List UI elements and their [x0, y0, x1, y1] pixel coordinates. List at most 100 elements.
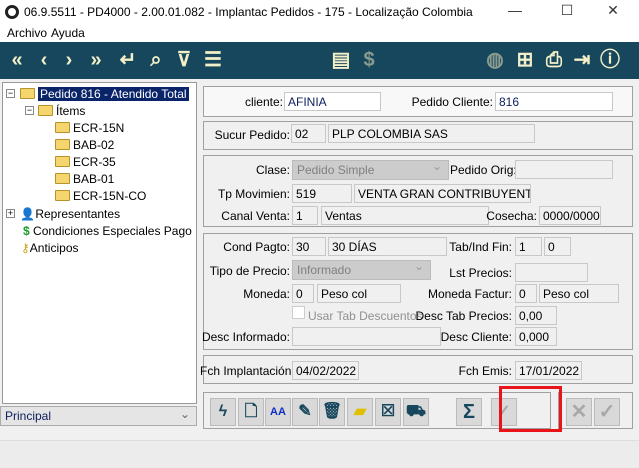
moneda-factur-code-field[interactable]: 0	[515, 284, 537, 303]
sucur-code-field[interactable]: 02	[291, 124, 326, 143]
order-tree: − Pedido 816 - Atendido Total − Ítems EC…	[2, 82, 197, 404]
desc-cliente-label: Desc Cliente:	[440, 330, 512, 344]
prev-icon[interactable]: ‹	[33, 48, 55, 72]
tree-node-item[interactable]: ECR-15N	[55, 120, 124, 136]
tab-field[interactable]: 1	[515, 237, 542, 256]
cliente-label: cliente:	[244, 95, 283, 109]
ind-fin-field[interactable]: 0	[544, 237, 571, 256]
new-document-button[interactable]: 🗋	[238, 398, 264, 426]
folder-icon	[55, 173, 70, 184]
cliente-field[interactable]: AFINIA	[284, 92, 381, 111]
shipping-button[interactable]: ⛟	[403, 398, 429, 426]
desc-informado-field[interactable]	[292, 327, 441, 346]
tp-name-field: VENTA GRAN CONTRIBUYENTE	[354, 184, 531, 203]
expand-icon[interactable]: +	[6, 209, 15, 218]
tree-node-item[interactable]: ECR-15N-CO	[55, 188, 146, 204]
document-check-icon[interactable]: ▤	[330, 48, 352, 72]
edit-button[interactable]: ✎	[292, 398, 318, 426]
folder-icon	[55, 122, 70, 133]
first-icon[interactable]: «	[6, 48, 28, 72]
menu-archivo[interactable]: Archivo	[7, 26, 47, 40]
lst-precios-field[interactable]	[515, 263, 588, 282]
person-icon: 👤	[20, 207, 35, 221]
tree-node-item[interactable]: BAB-02	[55, 137, 114, 153]
fch-emis-field[interactable]: 17/01/2022	[515, 361, 582, 380]
print-icon[interactable]: ⎙	[543, 48, 565, 72]
fch-implantacion-label: Fch Implantación:	[200, 364, 295, 378]
tree-node-items[interactable]: Ítems	[38, 103, 85, 119]
menu-ayuda[interactable]: Ayuda	[51, 26, 85, 40]
app-logo-icon	[5, 5, 19, 19]
translate-button[interactable]: AA	[265, 398, 291, 426]
collapse-icon[interactable]: −	[25, 106, 34, 115]
chevron-down-icon: ⌄	[179, 407, 190, 421]
window-title: 06.9.5511 - PD4000 - 2.00.01.082 - Impla…	[24, 5, 473, 19]
cond-pagto-label: Cond Pagto:	[223, 240, 290, 254]
fch-implantacion-field[interactable]: 04/02/2022	[292, 361, 359, 380]
delete-button[interactable]: 🗑	[319, 398, 345, 426]
search-icon[interactable]: ⌕	[145, 48, 167, 72]
collapse-icon[interactable]: −	[6, 89, 15, 98]
toolbar: « ‹ › » ↵ ⌕ ⊽ ☰ ▤ $ ◍ ⊞ ⎙ ⇥ ⓘ	[0, 42, 639, 79]
cond-name-field: 30 DÍAS	[328, 237, 447, 256]
cosecha-label: Cosecha:	[486, 209, 537, 223]
globe-search-icon[interactable]: ◍	[484, 48, 506, 72]
maximize-button[interactable]: ☐	[552, 2, 582, 22]
dollar-icon: $	[23, 224, 30, 238]
folder-icon	[20, 88, 35, 99]
open-folder-button[interactable]: ▰	[347, 398, 373, 426]
enter-icon[interactable]: ↵	[117, 48, 139, 72]
canal-code-field[interactable]: 1	[292, 206, 318, 225]
settings-icon[interactable]: ☰	[202, 48, 224, 72]
folder-icon	[55, 156, 70, 167]
desc-informado-label: Desc Informado:	[201, 330, 290, 344]
moneda-code-field[interactable]: 0	[292, 284, 314, 303]
next-icon[interactable]: ›	[58, 48, 80, 72]
filter-icon[interactable]: ⊽	[173, 48, 195, 72]
status-bar	[0, 440, 639, 468]
key-icon: ⚷	[21, 241, 30, 255]
pedido-orig-label: Pedido Orig:	[450, 163, 517, 177]
tp-code-field[interactable]: 519	[292, 184, 352, 203]
tree-node-anticipos[interactable]: ⚷Anticipos	[21, 240, 79, 256]
moneda-factur-name-field: Peso col	[539, 284, 619, 303]
desc-tab-label: Desc Tab Precios:	[415, 309, 513, 323]
help-icon[interactable]: ⓘ	[599, 48, 621, 72]
desc-cliente-field[interactable]: 0,000	[515, 327, 557, 346]
moneda-factur-label: Moneda Factur:	[427, 287, 512, 301]
desc-tab-field[interactable]: 0,00	[515, 306, 557, 325]
view-select[interactable]: Principal ⌄	[0, 406, 197, 426]
pedido-orig-field[interactable]	[515, 160, 613, 179]
tree-node-representantes[interactable]: 👤 Representantes	[20, 206, 120, 222]
usar-tab-checkbox[interactable]	[292, 306, 305, 319]
clase-select[interactable]: Pedido Simple	[292, 159, 449, 180]
close-button[interactable]: ✕	[598, 2, 628, 22]
tipo-precio-select[interactable]: Informado	[292, 259, 431, 280]
menu-bar: Archivo Ayuda	[0, 24, 639, 42]
sucur-name-field: PLP COLOMBIA SAS	[328, 124, 535, 143]
lst-precios-label: Lst Precios:	[449, 266, 512, 280]
dollar-check-icon[interactable]: $	[358, 48, 380, 72]
tree-node-item[interactable]: BAB-01	[55, 171, 114, 187]
cosecha-field[interactable]: 0000/0000	[539, 206, 601, 225]
exit-icon[interactable]: ⇥	[571, 48, 593, 72]
tree-node-item[interactable]: ECR-35	[55, 154, 116, 170]
moneda-label: Moneda:	[243, 287, 290, 301]
hierarchy-icon[interactable]: ⊞	[514, 48, 536, 72]
tipo-precio-label: Tipo de Precio:	[209, 264, 290, 278]
folder-icon	[38, 105, 53, 116]
tree-node-pedido[interactable]: Pedido 816 - Atendido Total	[20, 86, 189, 102]
cond-code-field[interactable]: 30	[292, 237, 326, 256]
last-icon[interactable]: »	[85, 48, 107, 72]
cancel-button[interactable]: ✕	[566, 398, 592, 426]
cancel-order-button[interactable]: ☒	[375, 398, 401, 426]
lightning-button[interactable]: ϟ	[210, 398, 236, 426]
tree-node-condiciones[interactable]: $ Condiciones Especiales Pago	[23, 223, 192, 239]
sum-button[interactable]: Σ	[456, 398, 482, 426]
tp-movimien-label: Tp Movimien:	[217, 187, 290, 201]
folder-icon	[55, 139, 70, 150]
minimize-button[interactable]: —	[500, 2, 530, 22]
pedido-cliente-field[interactable]: 816	[495, 92, 613, 111]
canal-name-field: Ventas	[321, 206, 489, 225]
confirm-button[interactable]: ✓	[594, 398, 620, 426]
